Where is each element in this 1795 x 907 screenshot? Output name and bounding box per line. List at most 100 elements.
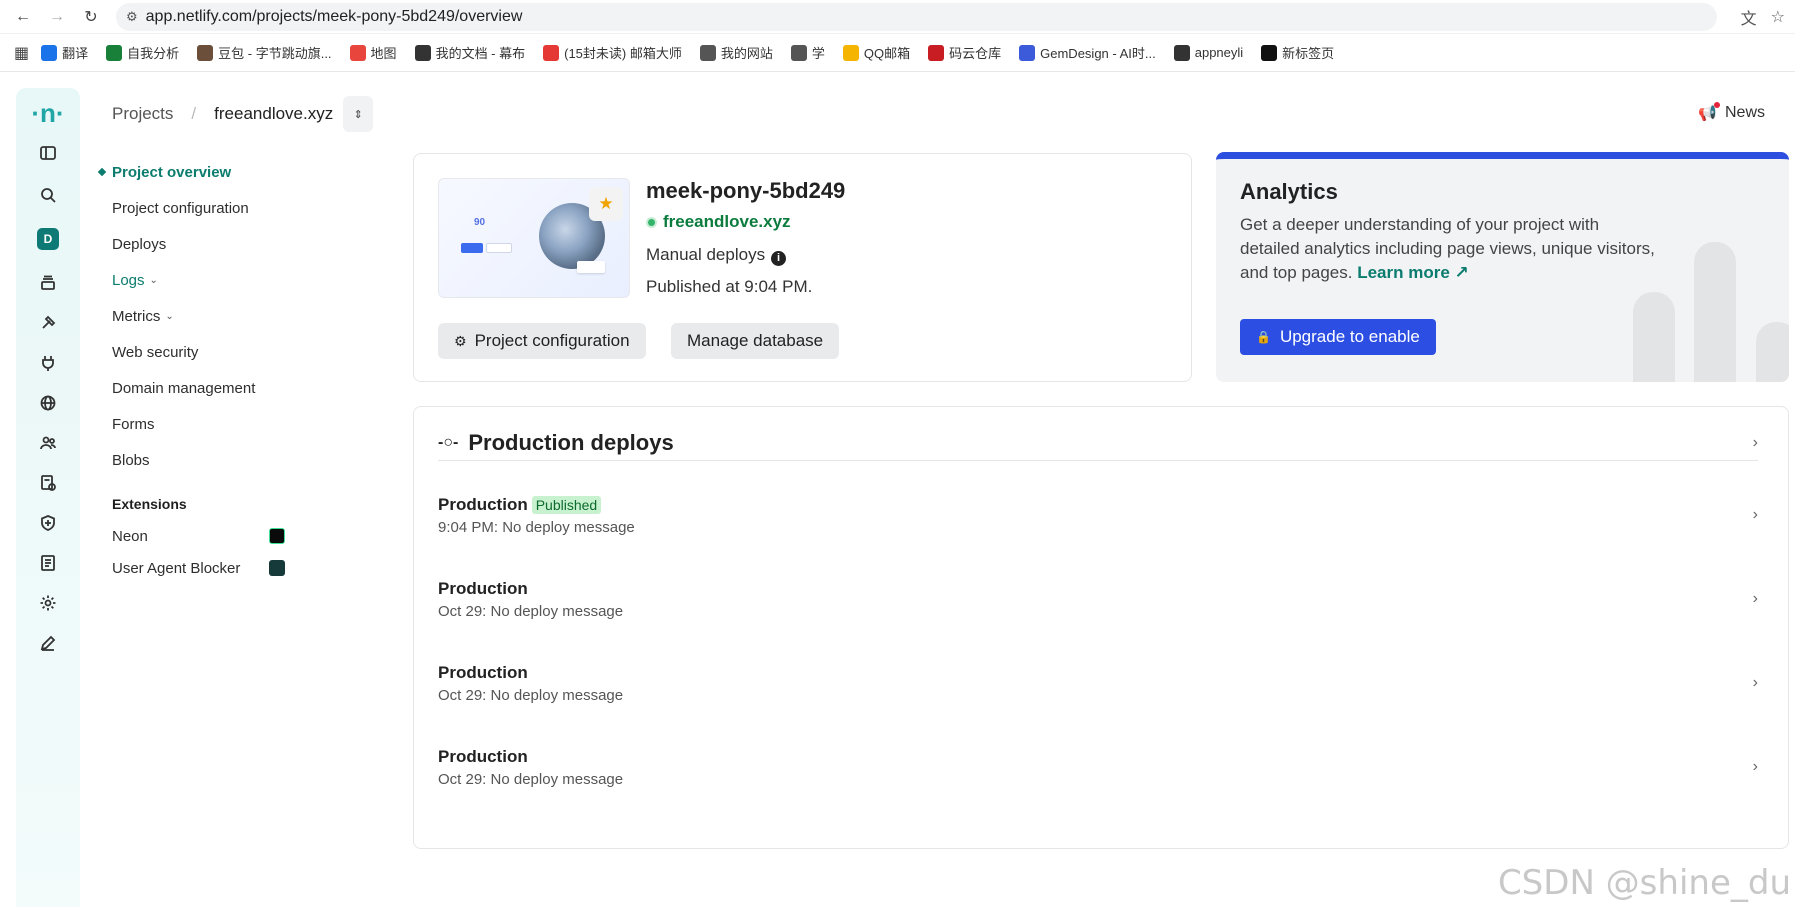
security-shield-icon[interactable] <box>16 508 80 538</box>
project-switcher-chevron-icon[interactable]: ⇕ <box>343 96 374 132</box>
sidebar-item-project-overview[interactable]: Project overview <box>95 154 315 190</box>
url-text[interactable]: app.netlify.com/projects/meek-pony-5bd24… <box>146 8 523 26</box>
project-screenshot-thumbnail[interactable]: 90 ★ <box>438 178 630 298</box>
deploy-title: Production <box>438 747 623 767</box>
chevron-right-icon[interactable]: › <box>1753 590 1758 608</box>
deploy-row[interactable]: Production Oct 29: No deploy message › <box>438 732 1758 802</box>
project-side-nav: Project overview Project configuration Dep… <box>95 154 315 584</box>
bookmark-label: appneyli <box>1194 45 1244 60</box>
chevron-right-icon[interactable]: › <box>1753 506 1758 524</box>
bookmark-label: 翻译 <box>62 46 89 61</box>
sidebar-item-forms[interactable]: Forms <box>95 406 315 442</box>
team-avatar[interactable]: D <box>16 224 80 254</box>
sidebar-item-metrics[interactable]: Metrics ⌄ <box>95 298 315 334</box>
folder-icon <box>790 44 807 61</box>
bookmark-item[interactable]: 我的文档 - 幕布 <box>414 43 525 62</box>
reload-icon[interactable]: ↻ <box>78 4 104 30</box>
info-icon[interactable]: i <box>771 250 787 266</box>
manage-database-label: Manage database <box>687 331 824 350</box>
chevron-right-icon[interactable]: › <box>1753 434 1758 452</box>
settings-gear-icon[interactable] <box>16 588 80 618</box>
github-icon <box>1261 44 1278 61</box>
bookmark-item[interactable]: 我的网站 <box>699 43 773 62</box>
favorite-star-icon[interactable]: ★ <box>589 187 623 221</box>
extension-item[interactable]: Neon <box>95 520 285 552</box>
breadcrumb-projects-link[interactable]: Projects <box>112 104 173 124</box>
sidebar-item-blobs[interactable]: Blobs <box>95 442 315 478</box>
bookmark-item[interactable]: 豆包 - 字节跳动旗... <box>197 43 332 62</box>
project-configuration-button[interactable]: ⚙ Project configuration <box>438 323 646 359</box>
extensions-heading: Extensions <box>112 496 187 512</box>
integrations-plug-icon[interactable] <box>16 348 80 378</box>
decorative-bar <box>1756 322 1789 382</box>
site-settings-icon[interactable]: ⚙ <box>126 9 138 25</box>
deploy-title: Production <box>438 663 623 683</box>
back-arrow-icon[interactable]: ← <box>10 4 36 30</box>
address-bar[interactable]: ⚙ app.netlify.com/projects/meek-pony-5bd… <box>116 2 1717 31</box>
analytics-card: Analytics Get a deeper understanding of … <box>1216 152 1789 382</box>
deploy-row[interactable]: Production Oct 29: No deploy message › <box>438 648 1758 718</box>
sidebar-item-label: Project configuration <box>112 199 249 217</box>
gitee-icon <box>928 44 945 61</box>
deploy-row[interactable]: Production Published 9:04 PM: No deploy me… <box>438 480 1758 550</box>
project-domain-link[interactable]: freeandlove.xyz <box>646 212 791 232</box>
apps-grid-icon[interactable]: ▦ <box>14 43 29 63</box>
bookmark-label: 地图 <box>370 46 397 61</box>
members-icon[interactable] <box>16 428 80 458</box>
chevron-right-icon[interactable]: › <box>1753 674 1758 692</box>
bookmark-item[interactable]: GemDesign - AI时... <box>1019 43 1156 62</box>
browser-toolbar: ← → ↻ ⚙ app.netlify.com/projects/meek-po… <box>0 0 1795 34</box>
megaphone-icon: 📢 <box>1698 102 1720 122</box>
translate-icon <box>41 44 58 61</box>
chevron-right-icon[interactable]: › <box>1753 758 1758 776</box>
project-domain-text[interactable]: freeandlove.xyz <box>663 212 791 232</box>
bookmark-item[interactable]: (15封未读) 邮箱大师 <box>543 43 682 62</box>
deploy-row[interactable]: Production Oct 29: No deploy message › <box>438 564 1758 634</box>
sidebar-item-logs[interactable]: Logs ⌄ <box>95 262 315 298</box>
news-button[interactable]: 📢 News <box>1698 102 1765 122</box>
logs-document-icon[interactable] <box>16 548 80 578</box>
bookmark-item[interactable]: 学 <box>790 43 825 62</box>
bookmark-item[interactable]: 新标签页 <box>1261 43 1334 62</box>
breadcrumb-current-project[interactable]: freeandlove.xyz <box>214 104 333 124</box>
bookmark-item[interactable]: 码云仓库 <box>928 43 1001 62</box>
learn-more-link[interactable]: Learn more ↗ <box>1357 263 1469 282</box>
deploy-title-text: Production <box>438 494 528 514</box>
decorative-bar <box>1633 292 1675 382</box>
forward-arrow-icon[interactable]: → <box>44 4 70 30</box>
sidebar-item-label: Project overview <box>112 163 232 181</box>
projects-stack-icon[interactable] <box>16 268 80 298</box>
sidebar-toggle-icon[interactable] <box>16 138 80 168</box>
translate-page-icon[interactable]: 文 <box>1741 5 1757 29</box>
sidebar-item-deploys[interactable]: Deploys <box>95 226 315 262</box>
neon-icon <box>269 528 285 544</box>
deploy-subtitle: 9:04 PM: No deploy message <box>438 518 635 536</box>
bookmark-item[interactable]: 翻译 <box>41 43 88 62</box>
bookmark-star-icon[interactable]: ☆ <box>1771 7 1785 27</box>
lock-icon: 🔒 <box>1256 330 1271 344</box>
upgrade-to-enable-button[interactable]: 🔒 Upgrade to enable <box>1240 319 1436 355</box>
domains-globe-icon[interactable] <box>16 388 80 418</box>
folder-icon <box>699 44 716 61</box>
sidebar-item-project-configuration[interactable]: Project configuration <box>95 190 315 226</box>
bookmark-label: 豆包 - 字节跳动旗... <box>218 46 332 61</box>
deploy-subtitle: Oct 29: No deploy message <box>438 770 624 788</box>
git-commit-icon: -○- <box>438 433 459 451</box>
sidebar-item-domain-management[interactable]: Domain management <box>95 370 315 406</box>
production-deploys-header[interactable]: -○- Production deploys › <box>438 425 1758 461</box>
search-icon[interactable] <box>16 180 80 210</box>
netlify-logo-icon[interactable]: ·n· <box>16 98 80 128</box>
sidebar-item-web-security[interactable]: Web security <box>95 334 315 370</box>
edit-pencil-icon[interactable] <box>16 628 80 658</box>
builds-hammer-icon[interactable] <box>16 308 80 338</box>
bookmark-item[interactable]: QQ邮箱 <box>842 43 910 62</box>
billing-icon[interactable] <box>16 468 80 498</box>
analytics-title: Analytics <box>1240 179 1338 204</box>
bookmark-item[interactable]: 自我分析 <box>106 43 179 62</box>
bookmark-item[interactable]: appneyli <box>1173 44 1244 61</box>
sidebar-item-label: Domain management <box>112 379 256 397</box>
bookmark-item[interactable]: 地图 <box>349 43 397 62</box>
extension-item[interactable]: User Agent Blocker <box>95 552 285 584</box>
status-dot-icon <box>646 216 657 228</box>
manage-database-button[interactable]: Manage database <box>671 323 840 359</box>
